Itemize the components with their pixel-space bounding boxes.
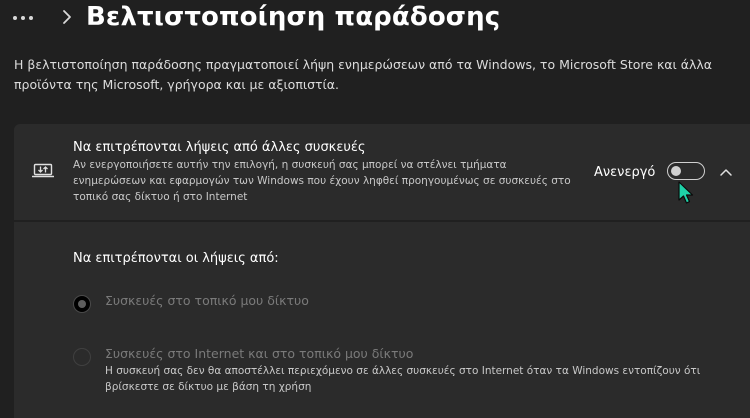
mouse-cursor-icon bbox=[677, 181, 695, 205]
chevron-up-icon[interactable] bbox=[719, 164, 733, 178]
laptop-download-icon bbox=[31, 162, 55, 180]
settings-page: Βελτιστοποίηση παράδοσης Η βελτιστοποίησ… bbox=[0, 0, 750, 418]
allow-downloads-card-body: Να επιτρέπονται οι λήψεις από: Συσκευές … bbox=[14, 222, 750, 418]
allow-downloads-description: Αν ενεργοποιήσετε αυτήν την επιλογή, η σ… bbox=[73, 159, 571, 203]
breadcrumb-chevron-right-icon bbox=[60, 8, 74, 26]
toggle-state-label: Ανενεργό bbox=[594, 165, 656, 180]
more-horizontal-icon bbox=[12, 15, 34, 21]
downloads-from-label: Να επιτρέπονται οι λήψεις από: bbox=[73, 251, 279, 266]
allow-downloads-card-header[interactable]: Να επιτρέπονται λήψεις από άλλες συσκευέ… bbox=[14, 124, 750, 220]
allow-downloads-toggle[interactable] bbox=[667, 162, 705, 180]
page-description: Η βελτιστοποίηση παράδοσης πραγματοποιεί… bbox=[14, 57, 713, 92]
toggle-knob bbox=[671, 165, 681, 176]
radio-internet-and-local-label[interactable]: Συσκευές στο Internet και στο τοπικό μου… bbox=[105, 345, 413, 363]
page-header: Βελτιστοποίηση παράδοσης bbox=[0, 0, 750, 44]
radio-internet-and-local-description: Η συσκευή σας δεν θα αποστέλλει περιεχόμ… bbox=[105, 365, 701, 393]
page-title: Βελτιστοποίηση παράδοσης bbox=[86, 2, 501, 32]
radio-selected-dot bbox=[78, 300, 86, 308]
radio-local-network-label[interactable]: Συσκευές στο τοπικό μου δίκτυο bbox=[105, 292, 309, 310]
allow-downloads-title: Να επιτρέπονται λήψεις από άλλες συσκευέ… bbox=[73, 140, 366, 155]
radio-local-network[interactable] bbox=[73, 295, 91, 313]
more-options-button[interactable] bbox=[0, 4, 46, 32]
radio-internet-and-local[interactable] bbox=[73, 348, 91, 366]
